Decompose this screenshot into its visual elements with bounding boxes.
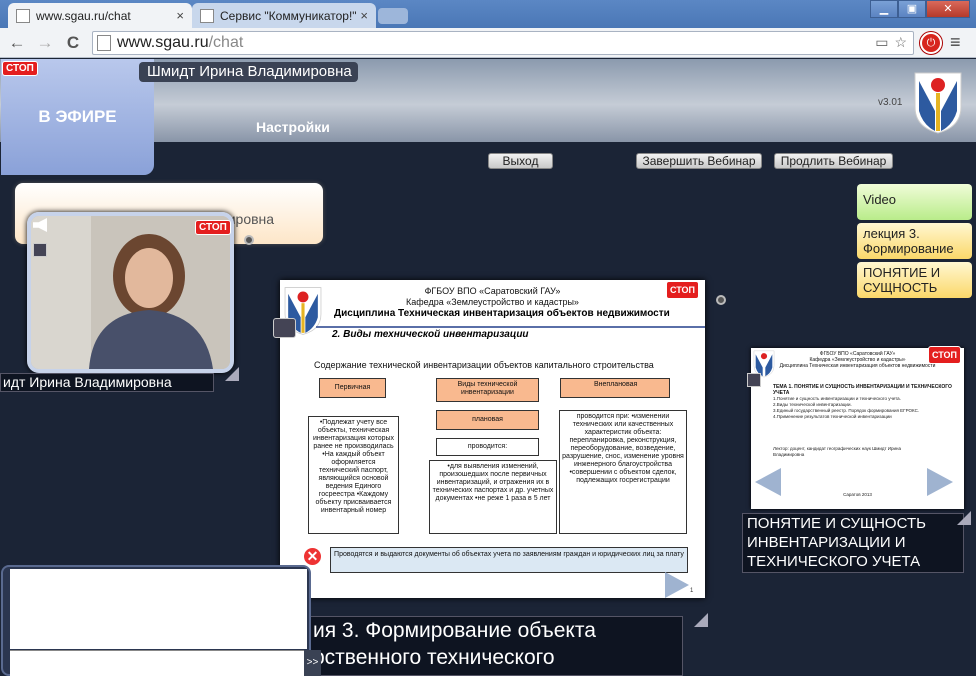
stop-button[interactable]: СТОП [928, 346, 962, 364]
url-path: /chat [208, 34, 244, 51]
exit-button[interactable]: Выход [488, 153, 553, 169]
topic-item[interactable]: ПОНЯТИЕ И СУЩНОСТЬ ИНВЕНТАРИЗ... [857, 262, 972, 298]
divider [316, 326, 705, 328]
settings-link[interactable]: Настройки [256, 119, 330, 135]
star-icon[interactable]: ☆ [894, 34, 907, 51]
back-arrow-icon[interactable]: ← [6, 32, 28, 54]
close-tab-icon[interactable]: × [176, 8, 184, 23]
minimize-button[interactable]: ▁ [870, 0, 898, 18]
webcam-video [27, 212, 234, 373]
slide-department: Кафедра «Землеустройство и кадастры» [406, 297, 579, 307]
caption-line: ия 3. Формирование объекта [313, 619, 596, 642]
mini-lecturer: Лектор: доцент, кандидат географических … [773, 446, 902, 457]
camera-name-label: идт Ирина Владимировна [0, 373, 214, 392]
slide-university: ФГБОУ ВПО «Саратовский ГАУ» [424, 286, 561, 296]
fullscreen-icon[interactable] [273, 318, 296, 338]
forward-arrow-icon[interactable]: → [34, 32, 56, 54]
lecture-item[interactable]: лекция 3. Формирование о... [857, 223, 972, 259]
mini-items: 1.Понятие и сущность инвентаризации и те… [773, 396, 919, 420]
resize-handle-icon[interactable] [225, 367, 239, 381]
fullscreen-icon[interactable] [33, 243, 47, 257]
end-webinar-button[interactable]: Завершить Вебинар [636, 153, 762, 169]
tab-strip: www.sgau.ru/chat × Сервис "Коммуникатор!… [0, 0, 976, 28]
fullscreen-icon[interactable] [747, 373, 761, 387]
url-host: www.sgau.ru [117, 34, 209, 51]
tab-title: Сервис "Коммуникатор!" [220, 8, 357, 23]
lecture-caption: ия 3. Формирование объекта рственного те… [310, 616, 683, 676]
chat-send-button[interactable]: >> [304, 650, 321, 676]
box-planned-details: •для выявления изменений, произошедших п… [429, 460, 557, 534]
page-icon [97, 35, 111, 51]
next-slide-icon[interactable] [665, 572, 689, 598]
page-icon [200, 8, 214, 23]
caption-line: рственного технического [313, 646, 555, 669]
tab-communicator[interactable]: Сервис "Коммуникатор!" × [192, 3, 376, 28]
box-primary-details: •Подлежат учету все объекты, техническая… [308, 416, 399, 534]
page-number: 1 [690, 588, 694, 594]
browser-toolbar: ← → C www.sgau.ru/chat ▭ ☆ ⏻ ≡ [0, 28, 976, 58]
mini-slide-preview[interactable]: ФГБОУ ВПО «Саратовский ГАУ» Кафедра «Зем… [751, 348, 964, 509]
slide-footer-note: Проводятся и выдаются документы об объек… [330, 547, 688, 573]
address-bar[interactable]: www.sgau.ru/chat ▭ ☆ [92, 31, 914, 55]
stop-button[interactable]: СТОП [666, 281, 700, 299]
new-tab-button[interactable] [378, 8, 408, 24]
chat-messages[interactable] [10, 569, 307, 649]
speaker-name: Шмидт Ирина Владимировна [139, 62, 358, 82]
prev-slide-icon[interactable] [755, 468, 781, 496]
camera-blocked-icon[interactable]: ▭ [875, 34, 888, 51]
list-item: 4.Применение результатов технической инв… [773, 414, 892, 419]
close-window-button[interactable]: ✕ [926, 0, 970, 18]
extend-webinar-button[interactable]: Продлить Вебинар [774, 153, 893, 169]
drag-handle[interactable] [716, 295, 726, 305]
page-icon [16, 8, 30, 23]
presentation-slide: ФГБОУ ВПО «Саратовский ГАУ» Кафедра «Зем… [280, 280, 705, 598]
close-tab-icon[interactable]: × [360, 8, 368, 23]
next-slide-icon[interactable] [927, 468, 953, 496]
mini-topic: ТЕМА 1. ПОНЯТИЕ И СУЩНОСТЬ ИНВЕНТАРИЗАЦИ… [773, 384, 952, 396]
person-video-icon [31, 216, 230, 369]
box-primary: Первичная [319, 378, 386, 398]
maximize-button[interactable]: ▣ [898, 0, 926, 18]
slide-header: ФГБОУ ВПО «Саратовский ГАУ» Кафедра «Зем… [280, 286, 705, 308]
slide-lead: Содержание технической инвентаризации об… [314, 360, 654, 370]
tab-chat[interactable]: www.sgau.ru/chat × [8, 3, 192, 28]
stop-button[interactable]: СТОП [195, 220, 231, 235]
resize-handle-icon[interactable] [957, 511, 971, 525]
reload-icon[interactable]: C [62, 32, 84, 54]
chat-input[interactable] [10, 650, 304, 676]
video-item[interactable]: Video [857, 184, 972, 220]
box-types: Виды технической инвентаризации [436, 378, 539, 402]
stop-button[interactable]: СТОП [2, 61, 38, 76]
box-conducted: проводится: [436, 438, 539, 456]
box-unplanned: Внеплановая [560, 378, 670, 398]
mini-slide-title: ПОНЯТИЕ И СУЩНОСТЬ ИНВЕНТАРИЗАЦИИ И ТЕХН… [742, 513, 964, 573]
on-air-indicator: В ЭФИРЕ [1, 59, 154, 175]
tab-title: www.sgau.ru/chat [36, 8, 131, 23]
university-logo-icon [914, 72, 962, 134]
close-icon[interactable]: ✕ [302, 546, 323, 567]
menu-icon[interactable]: ≡ [950, 32, 961, 53]
box-unplanned-details: проводится при: •изменении технических и… [559, 410, 687, 534]
window-controls: ▁ ▣ ✕ [870, 0, 970, 18]
slide-subtitle: 2. Виды технической инвентаризации [332, 329, 529, 340]
version-label: v3.01 [878, 97, 903, 108]
extension-icon[interactable]: ⏻ [920, 32, 942, 54]
slide-discipline: Дисциплина Техническая инвентаризация об… [334, 308, 670, 319]
resize-handle-icon[interactable] [694, 613, 708, 627]
drag-handle[interactable] [244, 235, 254, 245]
box-planned: плановая [436, 410, 539, 430]
